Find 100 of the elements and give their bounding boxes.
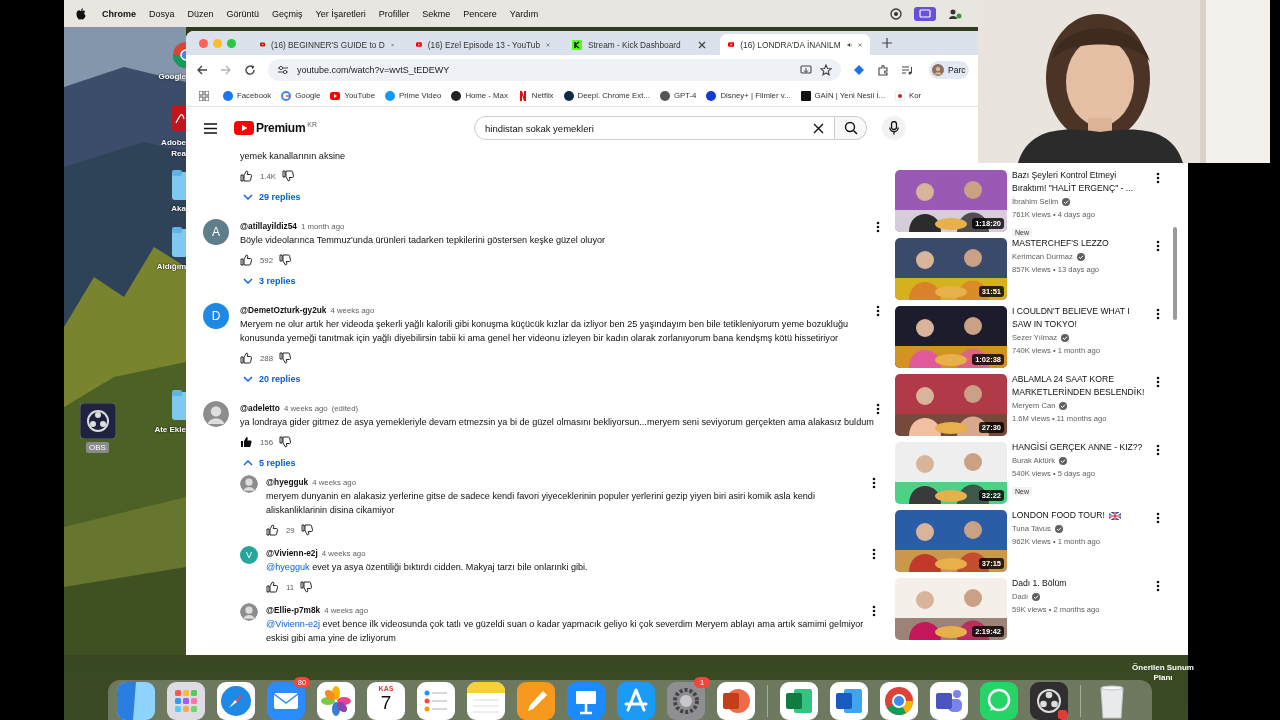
replies-toggle[interactable]: 5 replies — [243, 452, 876, 474]
comment-author[interactable]: @Ellie-p7m8k — [266, 603, 321, 617]
profile-chip[interactable]: Parc — [929, 61, 970, 79]
menu-item[interactable]: Yer İşaretleri — [315, 8, 366, 19]
lectern-icon[interactable] — [567, 682, 605, 720]
scrollbar-thumb[interactable] — [1173, 227, 1177, 320]
like-button[interactable] — [240, 352, 252, 364]
browser-tab[interactable]: (16) Ezel Episode 13 - YouTub — [408, 34, 558, 55]
triangle-sticks-icon[interactable] — [617, 682, 655, 720]
diamond-icon[interactable] — [853, 64, 865, 76]
mention-link[interactable]: @hyegguk — [266, 562, 310, 572]
more-icon[interactable] — [872, 605, 876, 617]
flower-icon[interactable] — [317, 682, 355, 720]
menu-icon[interactable] — [204, 122, 217, 134]
compass-icon[interactable] — [217, 682, 255, 720]
more-icon[interactable] — [1156, 444, 1160, 456]
video-title[interactable]: MASTERCHEF'S LEZZO — [1012, 237, 1109, 250]
browser-tab[interactable]: (16) BEGINNER'S GUIDE to D — [252, 34, 402, 55]
checklist-icon[interactable] — [417, 682, 455, 720]
address-bar[interactable]: youtube.com/watch?v=wvtS_tEDEWY — [268, 59, 841, 81]
avatar-icon[interactable] — [240, 603, 258, 621]
comment-author[interactable]: @Vivienn-e2j — [266, 546, 318, 560]
comment-author[interactable]: @adeletto — [240, 401, 280, 415]
people-icon[interactable] — [930, 682, 968, 720]
avatar[interactable]: D — [203, 303, 229, 329]
browser-tab[interactable]: Stream - Kick Dashboard — [564, 34, 714, 55]
like-button[interactable] — [240, 254, 252, 266]
chat-bubble-icon[interactable] — [980, 682, 1018, 720]
more-icon[interactable] — [876, 305, 880, 317]
dislike-button[interactable] — [279, 254, 291, 266]
more-icon[interactable] — [1156, 172, 1160, 184]
playlist-icon[interactable] — [901, 64, 913, 76]
close-icon[interactable] — [813, 122, 824, 134]
spreadsheet-icon[interactable] — [780, 682, 818, 720]
search-button[interactable] — [835, 116, 867, 140]
back-icon[interactable] — [196, 64, 208, 76]
presentation-icon[interactable] — [717, 682, 755, 720]
like-button[interactable] — [266, 581, 278, 593]
avatar-icon[interactable] — [240, 475, 258, 493]
voice-search-button[interactable] — [882, 116, 906, 140]
video-title[interactable]: LONDON FOOD TOUR! — [1012, 509, 1105, 522]
video-title[interactable]: Dadı 1. Bölüm — [1012, 577, 1067, 590]
more-icon[interactable] — [872, 477, 876, 489]
folder-icon[interactable] — [172, 390, 186, 420]
menu-item[interactable]: Dosya — [149, 8, 175, 19]
browser-tab[interactable]: (16) LONDRA'DA İNANILM — [720, 34, 870, 55]
notepad-icon[interactable] — [467, 682, 505, 720]
folder-icon[interactable] — [172, 170, 186, 200]
extensions-icon[interactable] — [877, 64, 889, 76]
more-icon[interactable] — [876, 403, 880, 415]
comment-author[interactable]: @DemetOzturk-gy2uk — [240, 303, 327, 317]
dislike-button[interactable] — [279, 352, 291, 364]
tune-icon[interactable] — [277, 65, 289, 75]
apps-grid-icon[interactable] — [199, 90, 209, 101]
record-icon[interactable] — [1030, 682, 1068, 720]
dislike-button[interactable] — [300, 524, 313, 536]
close-icon[interactable] — [698, 40, 706, 49]
new-tab-icon[interactable] — [882, 38, 892, 48]
menu-item[interactable]: Profiller — [378, 8, 410, 19]
menu-item[interactable]: Chrome — [102, 8, 136, 19]
more-icon[interactable] — [1156, 580, 1160, 592]
video-title[interactable]: Bazı Şeyleri Kontrol Etmeyi Bıraktım! "HALİT ERGENÇ" - ... — [1012, 169, 1146, 195]
more-icon[interactable] — [1156, 308, 1160, 320]
apple-icon[interactable] — [76, 7, 86, 20]
video-title[interactable]: ABLAMLA 24 SAAT KORE MARKETLERİNDEN BESLENDİK! — [1012, 373, 1146, 399]
record-icon[interactable] — [80, 403, 116, 439]
avatar-icon[interactable] — [203, 401, 229, 427]
menu-item[interactable]: Sekme — [422, 8, 451, 19]
menu-item[interactable]: Pencere — [463, 8, 497, 19]
envelope-icon[interactable] — [267, 682, 305, 720]
reload-icon[interactable] — [244, 64, 256, 76]
comment-author[interactable]: @atillayildiz54 — [240, 219, 297, 233]
video-title[interactable]: HANGİSİ GERÇEK ANNE - KIZ?? — [1012, 441, 1143, 454]
circle-icon[interactable] — [890, 7, 902, 20]
more-icon[interactable] — [1156, 240, 1160, 252]
app-grid-icon[interactable] — [167, 682, 205, 720]
menu-item[interactable]: Görüntü — [226, 8, 260, 19]
dislike-button[interactable] — [279, 436, 291, 448]
play-logo-icon[interactable] — [234, 121, 254, 135]
replies-toggle[interactable]: 20 replies — [243, 368, 876, 390]
like-button[interactable] — [266, 524, 278, 536]
more-icon[interactable] — [872, 548, 876, 560]
more-icon[interactable] — [876, 221, 880, 233]
logo-text[interactable]: Premium — [256, 121, 306, 135]
like-button[interactable] — [240, 170, 252, 182]
folder-icon[interactable] — [172, 227, 186, 257]
menu-item[interactable]: Geçmiş — [272, 8, 303, 19]
document-icon[interactable] — [830, 682, 868, 720]
split-tile-icon[interactable] — [117, 682, 155, 720]
replies-toggle[interactable]: 3 replies — [243, 270, 876, 292]
like-button[interactable] — [240, 436, 252, 448]
people-icon[interactable] — [948, 7, 962, 20]
gear-icon[interactable] — [667, 682, 705, 720]
star-icon[interactable] — [820, 64, 832, 76]
video-title[interactable]: I COULDN'T BELIEVE WHAT I SAW IN TOKYO! — [1012, 305, 1146, 331]
install-icon[interactable] — [800, 64, 812, 76]
menu-item[interactable]: Düzen — [187, 8, 214, 19]
more-icon[interactable] — [1156, 376, 1160, 388]
screen-share-icon[interactable] — [914, 6, 936, 21]
pen-icon[interactable] — [517, 682, 555, 720]
